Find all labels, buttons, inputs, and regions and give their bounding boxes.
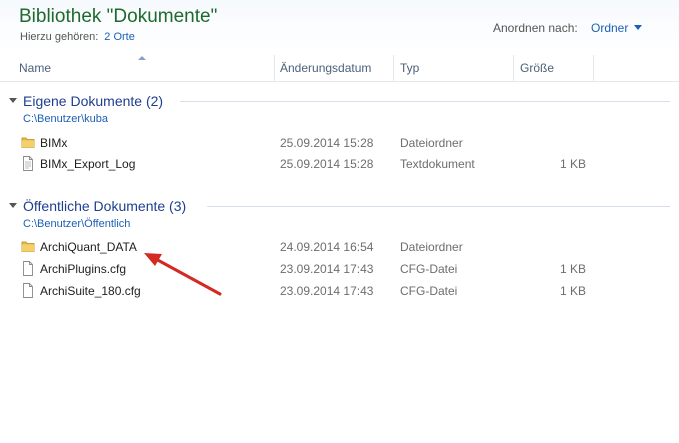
column-divider[interactable]	[593, 55, 594, 81]
column-type[interactable]: Typ	[400, 55, 419, 81]
group-path-own-documents[interactable]: C:\Benutzer\kuba	[23, 113, 108, 125]
red-arrow-annotation	[144, 253, 222, 296]
item-name: BIMx	[40, 136, 68, 150]
item-size: 1 KB	[559, 262, 586, 276]
sort-ascending-icon	[138, 56, 146, 60]
library-header: Bibliothek "Dokumente" Hierzu gehören: 2 …	[0, 0, 679, 52]
list-item[interactable]: ArchiPlugins.cfg 23.09.2014 17:43 CFG-Da…	[0, 258, 679, 279]
item-type: Textdokument	[400, 157, 475, 171]
item-type: Dateiordner	[400, 136, 463, 150]
chevron-down-icon	[634, 25, 643, 30]
column-header: Name Änderungsdatum Typ Größe	[0, 55, 679, 82]
column-divider[interactable]	[274, 55, 275, 81]
folder-icon	[21, 239, 35, 256]
item-size: 1 KB	[559, 157, 586, 171]
group-path-public-documents[interactable]: C:\Benutzer\Öffentlich	[23, 218, 130, 230]
locations-label: Hierzu gehören:	[20, 31, 99, 43]
column-date[interactable]: Änderungsdatum	[280, 55, 371, 81]
arrange-by-label: Anordnen nach:	[493, 21, 578, 35]
file-icon	[21, 283, 35, 301]
arrange-by-value: Ordner	[591, 21, 629, 35]
locations-link[interactable]: 2 Orte	[104, 31, 135, 43]
library-title: Bibliothek "Dokumente"	[19, 6, 218, 27]
item-type: Dateiordner	[400, 240, 463, 254]
item-name: ArchiSuite_180.cfg	[40, 284, 141, 298]
item-name: BIMx_Export_Log	[40, 157, 136, 171]
list-item[interactable]: BIMx 25.09.2014 15:28 Dateiordner	[0, 132, 679, 153]
item-type: CFG-Datei	[400, 284, 458, 298]
item-date: 25.09.2014 15:28	[280, 136, 374, 150]
group-divider	[180, 101, 670, 102]
column-name[interactable]: Name	[19, 55, 51, 81]
item-date: 23.09.2014 17:43	[280, 284, 374, 298]
list-item[interactable]: ArchiSuite_180.cfg 23.09.2014 17:43 CFG-…	[0, 280, 679, 301]
collapse-group-icon[interactable]	[9, 98, 17, 103]
library-locations: Hierzu gehören: 2 Orte	[20, 31, 135, 43]
item-date: 24.09.2014 16:54	[280, 240, 374, 254]
group-title-own-documents[interactable]: Eigene Dokumente (2)	[23, 93, 163, 109]
column-size[interactable]: Größe	[520, 55, 554, 81]
item-size: 1 KB	[559, 284, 586, 298]
item-date: 23.09.2014 17:43	[280, 262, 374, 276]
list-item[interactable]: ArchiQuant_DATA 24.09.2014 16:54 Dateior…	[0, 236, 679, 257]
item-date: 25.09.2014 15:28	[280, 157, 374, 171]
folder-icon	[21, 135, 35, 152]
group-divider	[207, 206, 670, 207]
column-divider[interactable]	[513, 55, 514, 81]
item-name: ArchiPlugins.cfg	[40, 262, 127, 276]
list-item[interactable]: BIMx_Export_Log 25.09.2014 15:28 Textdok…	[0, 153, 679, 174]
text-file-icon	[21, 156, 35, 174]
group-title-public-documents[interactable]: Öffentliche Dokumente (3)	[23, 198, 186, 214]
collapse-group-icon[interactable]	[9, 203, 17, 208]
arrange-by-dropdown[interactable]: Ordner	[591, 21, 643, 35]
column-divider[interactable]	[393, 55, 394, 81]
item-name: ArchiQuant_DATA	[40, 240, 137, 254]
file-icon	[21, 261, 35, 279]
item-type: CFG-Datei	[400, 262, 458, 276]
